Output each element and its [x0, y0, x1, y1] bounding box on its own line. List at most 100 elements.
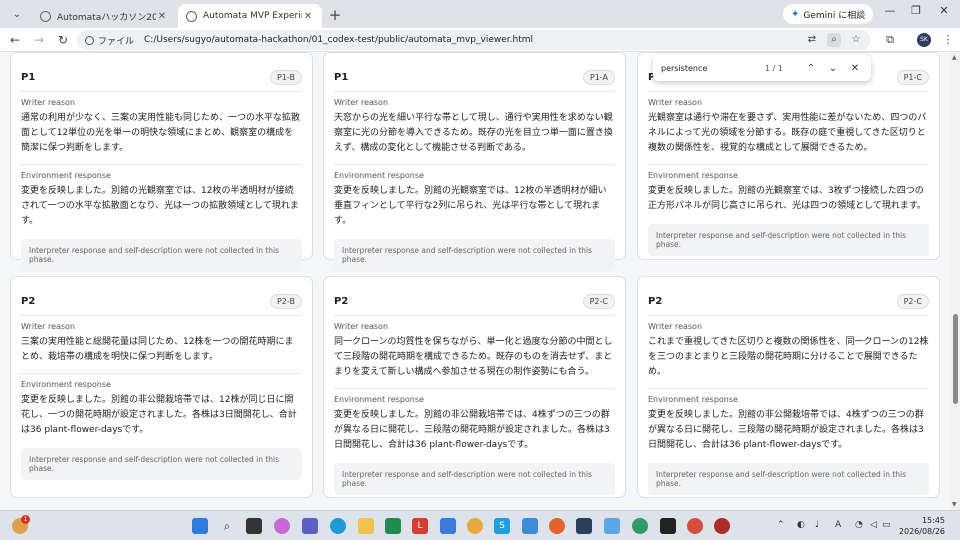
tab-search-button[interactable]: ⌄: [4, 3, 30, 25]
close-tab-icon[interactable]: ✕: [156, 11, 168, 22]
collection-note: Interpreter response and self-descriptio…: [334, 239, 615, 271]
chrome-icon[interactable]: [467, 518, 483, 534]
scroll-up-icon[interactable]: ▲: [952, 54, 957, 61]
variant-badge: P1-A: [582, 69, 615, 85]
card-p2-c-alt: P2 P2-C Writer reason これまで重視してきた区切りと複数の関係…: [637, 276, 940, 498]
terminal-icon[interactable]: [660, 518, 676, 534]
file-chip[interactable]: ファイル: [85, 34, 134, 47]
writer-reason-text: これまで重視してきた区切りと複数の関係性を、同一クローンの12株を三つのまとまり…: [648, 337, 929, 377]
find-previous-icon[interactable]: ⌃: [803, 63, 819, 74]
translate-icon[interactable]: ⇄: [805, 33, 819, 47]
volume-icon[interactable]: ◁: [870, 520, 877, 530]
writer-reason-text: 同一クローンの均質性を保ちながら、単一化と過度な分節の中間として三段階の開花時期…: [334, 337, 613, 377]
system-clock[interactable]: 15:45 2026/08/26: [893, 515, 945, 537]
chrome-active-icon[interactable]: [687, 518, 703, 534]
app-l-icon[interactable]: L: [412, 518, 428, 534]
collection-note: Interpreter response and self-descriptio…: [21, 239, 302, 271]
back-button[interactable]: ←: [3, 30, 27, 50]
page-scrollbar[interactable]: ▲ ▼: [951, 52, 960, 510]
copilot-icon[interactable]: [274, 518, 290, 534]
skype-icon[interactable]: S: [494, 518, 510, 534]
maximize-button[interactable]: ❐: [906, 4, 926, 22]
task-view-icon[interactable]: [246, 518, 262, 534]
gemini-label: Gemini に相談: [803, 10, 866, 21]
file-explorer-icon[interactable]: [358, 518, 374, 534]
environment-response-label: Environment response: [648, 171, 738, 180]
divider: [648, 315, 929, 316]
divider: [21, 373, 302, 374]
divider: [334, 315, 615, 316]
card-id: P1: [21, 71, 36, 83]
card-p1-a: P1 P1-A Writer reason 天窓からの光を細い平行な帯として現し、…: [323, 52, 626, 271]
chrome-profile-icon[interactable]: [632, 518, 648, 534]
teams-icon[interactable]: [302, 518, 318, 534]
divider: [648, 91, 929, 92]
find-next-icon[interactable]: ⌄: [825, 63, 841, 74]
browser-toolbar: ← → ↻ ファイル C:/Users/sugyo/automata-hacka…: [0, 28, 960, 52]
find-input[interactable]: persistence: [661, 64, 765, 73]
writer-reason-label: Writer reason: [334, 322, 389, 331]
card-p2-b: P2 P2-B Writer reason 三案の実用性能と総開花量は同じため、1…: [10, 276, 313, 498]
environment-response-label: Environment response: [334, 395, 424, 404]
environment-response-text: 変更を反映しました。別館の非公開栽培帯では、4株ずつの三つの群が異なる日に開花し…: [648, 410, 924, 450]
writer-reason-label: Writer reason: [334, 98, 389, 107]
scroll-down-icon[interactable]: ▼: [952, 501, 957, 508]
onedrive-icon[interactable]: [604, 518, 620, 534]
start-icon[interactable]: [192, 518, 208, 534]
divider: [334, 164, 615, 165]
font-icon[interactable]: A: [835, 520, 841, 530]
close-window-button[interactable]: ✕: [934, 4, 954, 22]
avatar[interactable]: SK: [917, 33, 931, 47]
edge-icon[interactable]: [330, 518, 346, 534]
taskbar: 1 ⌕ L S ⌃ ◐ ♩ A ◔ ◁ ▭ 15:45 2026/08/26: [0, 510, 960, 540]
find-icon[interactable]: ⌕: [827, 33, 841, 47]
firefox-icon[interactable]: [549, 518, 565, 534]
tab-mvp-viewer[interactable]: Automata MVP Experiment Vie ✕: [178, 4, 322, 28]
clock-date: 2026/08/26: [898, 527, 945, 536]
writer-reason-label: Writer reason: [21, 322, 76, 331]
collection-note: Interpreter response and self-descriptio…: [21, 448, 302, 480]
card-p2-c: P2 P2-C Writer reason 同一クローンの均質性を保ちながら、単一…: [323, 276, 626, 498]
card-id: P2: [334, 295, 349, 307]
find-bar: persistence 1 / 1 ⌃ ⌄ ✕: [653, 55, 871, 81]
variant-badge: P1-C: [896, 69, 929, 85]
close-tab-icon[interactable]: ✕: [302, 11, 314, 22]
search-icon[interactable]: ⌕: [219, 518, 235, 534]
environment-response-text: 変更を反映しました。別館の光観察室では、12枚の半透明材が細い垂直フィンとして平…: [334, 186, 607, 226]
writer-reason-text: 天窓からの光を細い平行な帯として現し、通行や実用性を求めない観察室に光の分節を導…: [334, 113, 613, 153]
card-id: P2: [21, 295, 36, 307]
app-photos-icon[interactable]: [522, 518, 538, 534]
tray-app-icon[interactable]: ◐: [797, 520, 805, 530]
new-tab-button[interactable]: +: [324, 4, 346, 26]
microphone-icon[interactable]: ♩: [815, 520, 819, 530]
divider: [21, 164, 302, 165]
app-dark-icon[interactable]: [576, 518, 592, 534]
environment-response-label: Environment response: [334, 171, 424, 180]
spreadsheet-icon[interactable]: [385, 518, 401, 534]
bookmark-star-icon[interactable]: ☆: [849, 33, 863, 47]
environment-response-text: 変更を反映しました。別館の非公開栽培帯では、12株が同じ日に開花し、一つの開花時…: [21, 395, 297, 435]
extensions-icon[interactable]: ⧉: [880, 30, 900, 50]
gemini-button[interactable]: ✦ Gemini に相談: [783, 4, 874, 24]
collection-note: Interpreter response and self-descriptio…: [648, 463, 929, 495]
clock-time: 15:45: [921, 516, 945, 525]
tab-automata-hackathon[interactable]: Automataハッカソン2026 - デモ動 ✕: [32, 4, 176, 28]
app-blue-icon[interactable]: [440, 518, 456, 534]
scrollbar-thumb[interactable]: [953, 314, 958, 404]
app-red-icon[interactable]: [714, 518, 730, 534]
wifi-icon[interactable]: ◔: [855, 520, 863, 530]
reload-button[interactable]: ↻: [51, 30, 75, 50]
writer-reason-text: 三案の実用性能と総開花量は同じため、12株を一つの開花時期にまとめ、栽培帯の構成…: [21, 337, 294, 362]
url-text[interactable]: C:/Users/sugyo/automata-hackathon/01_cod…: [144, 35, 533, 45]
chevron-up-icon[interactable]: ⌃: [777, 520, 785, 530]
environment-response-label: Environment response: [21, 380, 111, 389]
address-bar[interactable]: ファイル C:/Users/sugyo/automata-hackathon/0…: [77, 30, 871, 50]
notification-badge: 1: [21, 515, 30, 524]
gemini-spark-icon: ✦: [791, 8, 800, 20]
forward-button[interactable]: →: [27, 30, 51, 50]
battery-icon[interactable]: ▭: [882, 520, 891, 530]
globe-icon: [186, 10, 197, 22]
minimize-button[interactable]: —: [880, 4, 900, 22]
find-close-icon[interactable]: ✕: [847, 63, 863, 74]
more-menu-icon[interactable]: ⋮: [938, 30, 958, 50]
